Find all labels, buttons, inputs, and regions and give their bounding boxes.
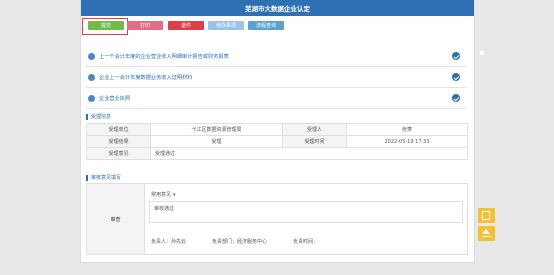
download-icon[interactable] xyxy=(452,73,460,81)
document-icon xyxy=(88,94,95,102)
common-opinion-select[interactable]: 常用意见 ▾ xyxy=(151,191,176,198)
track-query-button[interactable]: 流程查询 xyxy=(248,21,284,30)
return-button[interactable]: 退件 xyxy=(168,21,204,30)
todo-button[interactable]: 待办事项 xyxy=(208,21,244,30)
table-value: 张菱 xyxy=(346,123,468,136)
table-label: 受理人 xyxy=(282,123,348,136)
document-label[interactable]: 上一个会计年度的企业营业收入明细审计报告或财务报表 xyxy=(99,53,229,60)
document-item[interactable]: 上一个会计年度的企业营业收入明细审计报告或财务报表 xyxy=(86,46,466,67)
section-title-text: 受理信息 xyxy=(91,114,112,120)
review-opinion-box: 审查 常用意见 ▾ 审核通过 负责人：孙先云 负责部门：经济服务中心 负责时间： xyxy=(86,183,468,255)
sign-row: 负责人：孙先云 负责部门：经济服务中心 负责时间： xyxy=(151,238,461,245)
download-icon[interactable] xyxy=(452,94,460,102)
arrow-up-icon xyxy=(482,229,490,234)
review-label: 审查 xyxy=(87,184,145,254)
download-icon[interactable] xyxy=(452,52,460,60)
section-title-text: 审核意见填写 xyxy=(91,175,122,181)
table-label: 受理单位 xyxy=(86,123,151,136)
section-bar xyxy=(86,113,88,120)
print-button[interactable]: 打印 xyxy=(127,21,163,30)
table-value: 2022-05-19 17:33 xyxy=(346,135,468,148)
scroll-top-button[interactable] xyxy=(478,226,495,241)
opinion-textarea[interactable]: 审核通过 xyxy=(149,201,463,223)
table-row: 受理结果 受理 受理时间 2022-05-19 17:33 xyxy=(86,135,468,148)
document-icon xyxy=(88,52,95,60)
page-title: 芜湖市大数据企业认定 xyxy=(81,0,474,16)
document-list: 上一个会计年度的企业营业收入明细审计报告或财务报表 企业上一会计年度数据业务收入… xyxy=(86,46,466,109)
document-icon xyxy=(88,73,95,81)
document-label[interactable]: 企业营业执照 xyxy=(99,95,130,102)
accept-section-title: 受理信息 xyxy=(86,112,111,121)
chevron-down-icon[interactable]: ▾ xyxy=(173,192,176,198)
toolbar: 提交 打印 退件 待办事项 流程查询 xyxy=(81,16,474,36)
table-value: 弋江区数据资源管理局 xyxy=(149,123,284,136)
side-marker xyxy=(480,51,484,55)
edit-icon xyxy=(482,211,490,220)
main-panel: 芜湖市大数据企业认定 提交 打印 退件 待办事项 流程查询 上一个会计年度的企业… xyxy=(80,0,475,263)
table-label: 受理时间 xyxy=(282,135,348,148)
table-row: 受理单位 弋江区数据资源管理局 受理人 张菱 xyxy=(86,123,468,136)
dept-label: 负责部门：经济服务中心 xyxy=(212,239,268,245)
review-section-title: 审核意见填写 xyxy=(86,173,121,182)
table-label: 受理意见 xyxy=(86,147,151,160)
handler-label: 负责人：孙先云 xyxy=(151,239,187,245)
arrow-up-line xyxy=(482,236,491,237)
table-label: 受理结果 xyxy=(86,135,151,148)
document-item[interactable]: 企业上一会计年度数据业务收入证明材料 xyxy=(86,67,466,88)
accept-info-table: 受理单位 弋江区数据资源管理局 受理人 张菱 受理结果 受理 受理时间 2022… xyxy=(86,123,468,160)
table-value: 受理通过 xyxy=(150,147,468,160)
table-row: 受理意见 受理通过 xyxy=(86,147,468,160)
common-opinion-label[interactable]: 常用意见 xyxy=(151,192,171,198)
submit-button[interactable]: 提交 xyxy=(88,21,124,30)
document-item[interactable]: 企业营业执照 xyxy=(86,88,466,109)
section-bar xyxy=(86,174,88,181)
table-value: 受理 xyxy=(149,135,284,148)
document-label[interactable]: 企业上一会计年度数据业务收入证明材料 xyxy=(99,74,192,81)
edit-button[interactable] xyxy=(478,208,495,223)
time-label: 负责时间： xyxy=(293,239,319,245)
